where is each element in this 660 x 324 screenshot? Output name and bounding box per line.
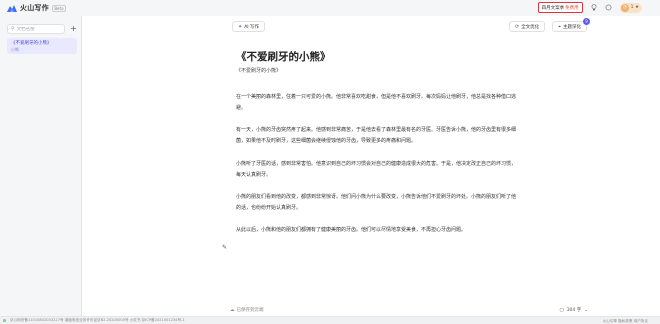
comment-icon: ▢ xyxy=(559,307,564,313)
ai-write-button[interactable]: ✦ AI 写作 xyxy=(232,21,266,32)
document-subtitle[interactable]: 《不爱刷牙的小熊》 xyxy=(236,68,516,75)
document-body[interactable]: 《不爱刷牙的小熊》 《不爱刷牙的小熊》 在一个美丽的森林里，住着一只可爱的小熊。… xyxy=(236,50,516,233)
editor-area: ✦ AI 写作 ⟳ 全文优化 ⌖ 主题深化 9 《不爱刷牙的小熊》 《不爱刷牙的… xyxy=(82,16,660,316)
document-title[interactable]: 《不爱刷牙的小熊》 xyxy=(236,50,516,64)
doc-search[interactable]: ⚲ xyxy=(7,24,65,34)
chevron-down-icon: ⌄ xyxy=(584,307,588,313)
paragraph[interactable]: 有一天，小熊的牙齿突然疼了起来。他感到非常痛苦，于是他去看了森林里最有名的牙医。… xyxy=(236,125,516,146)
message-icon[interactable] xyxy=(605,4,613,12)
footer: 京公网安备11010802033227号 增值电信业务许可证京B2-202000… xyxy=(0,316,660,324)
app-name: 火山写作 xyxy=(20,4,49,12)
sidebar: ⚲ + 《不爱刷牙的小熊》 小熊 xyxy=(0,16,82,316)
promo-highlight: 免费用 xyxy=(565,5,579,11)
cloud-icon: ☁ xyxy=(230,307,235,313)
word-count[interactable]: ▢ 304 字 ⌄ xyxy=(559,307,588,314)
sidebar-doc-title: 《不爱刷牙的小熊》 xyxy=(11,40,52,46)
lightbulb-icon[interactable] xyxy=(590,4,598,12)
sidebar-doc-subtitle: 小熊 xyxy=(11,47,19,52)
ai-write-label: AI 写作 xyxy=(244,24,260,30)
editor-toolbar: ✦ AI 写作 ⟳ 全文优化 ⌖ 主题深化 9 xyxy=(82,16,660,38)
beta-badge: Beta xyxy=(51,4,67,12)
top-bar: 火山写作 Beta 四月文案季 免费用 ◔ 1 ★ xyxy=(0,0,660,16)
app-logo[interactable]: 火山写作 Beta xyxy=(7,3,67,13)
sparkle-icon: ✦ xyxy=(238,23,243,30)
sidebar-doc-item[interactable]: 《不爱刷牙的小熊》 小熊 xyxy=(7,38,77,54)
search-icon: ⚲ xyxy=(11,25,15,32)
avatar: ◔ xyxy=(620,3,629,12)
volcano-logo-icon xyxy=(7,4,17,13)
add-document-button[interactable]: + xyxy=(69,24,78,33)
user-menu[interactable]: ◔ 1 ★ xyxy=(619,2,642,13)
paragraph[interactable]: 小熊听了牙医的话，感到非常害怕。他意识到自己的坏习惯会对自己的健康造成很大的危害… xyxy=(236,159,516,180)
promo-label: 四月文案季 xyxy=(541,5,565,11)
save-status-label: 已保存到云端 xyxy=(236,308,264,313)
top-right-actions: 四月文案季 免费用 ◔ 1 ★ xyxy=(537,2,642,13)
word-count-label: 304 字 xyxy=(566,308,582,313)
paragraph[interactable]: 在一个美丽的森林里，住着一只可爱的小熊。他非常喜欢吃甜食，但是他不喜欢刷牙。每次… xyxy=(236,92,516,113)
full-polish-button[interactable]: ⟳ 全文优化 xyxy=(508,21,546,32)
footer-right-links[interactable]: 火山引擎 隐私政策 用户协议 xyxy=(603,319,648,324)
user-label: 1 ★ xyxy=(630,5,639,10)
police-badge-icon xyxy=(3,319,6,322)
footer-left-text: 京公网安备11010802033227号 增值电信业务许可证京B2-202000… xyxy=(10,318,185,322)
save-status: ☁ 已保存到云端 xyxy=(230,307,264,314)
theme-deepen-button[interactable]: ⌖ 主题深化 9 xyxy=(552,18,590,32)
edit-pen-icon[interactable]: ✎ xyxy=(222,244,227,251)
pin-icon: ⌖ xyxy=(558,23,561,30)
notification-badge: 9 xyxy=(583,18,590,25)
promo-button[interactable]: 四月文案季 免费用 xyxy=(537,2,583,13)
full-polish-label: 全文优化 xyxy=(521,24,540,30)
theme-deepen-label: 主题深化 xyxy=(563,24,581,30)
polish-icon: ⟳ xyxy=(514,23,520,30)
paragraph[interactable]: 从此以后，小熊和他的朋友们都拥有了健康美丽的牙齿。他们可以尽情地享受美食，不再担… xyxy=(236,225,516,236)
paragraph[interactable]: 小熊的朋友们看到他的改变，都感到非常惊讶。他们问小熊为什么要改变，小熊告诉他们不… xyxy=(236,192,516,213)
toolbar-right: ⟳ 全文优化 ⌖ 主题深化 9 xyxy=(508,18,590,32)
search-input[interactable] xyxy=(16,26,62,32)
